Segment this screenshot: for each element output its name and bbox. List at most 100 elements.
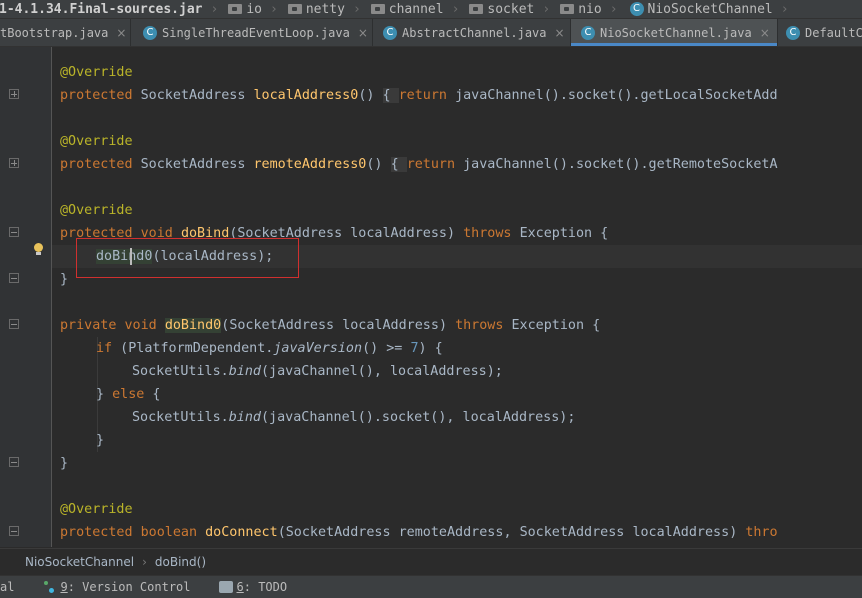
editor-breadcrumb: NioSocketChannel › doBind() bbox=[0, 548, 862, 574]
keyword: private bbox=[60, 318, 117, 333]
param: localAddress bbox=[350, 226, 447, 241]
method-name: localAddress0 bbox=[253, 88, 359, 103]
breadcrumb-package-netty[interactable]: netty bbox=[284, 2, 349, 17]
keyword: return bbox=[398, 88, 447, 103]
chevron-right-icon: › bbox=[780, 1, 789, 17]
code-text: PlatformDependent. bbox=[128, 341, 274, 356]
type: SocketAddress bbox=[140, 157, 246, 172]
breadcrumb-label: socket bbox=[487, 1, 535, 17]
code-line: } bbox=[96, 433, 105, 448]
keyword: protected bbox=[60, 525, 133, 540]
keyword: boolean bbox=[140, 525, 198, 540]
collapse-fold-icon[interactable] bbox=[9, 227, 19, 237]
breadcrumb-class[interactable]: NioSocketChannel bbox=[25, 555, 134, 569]
todo-tool-button[interactable]: 6: TODO bbox=[218, 580, 288, 594]
type: Exception bbox=[511, 318, 585, 333]
tab-default-channel[interactable]: C DefaultCh bbox=[778, 19, 862, 46]
breadcrumb-package-socket[interactable]: socket bbox=[465, 2, 538, 17]
breadcrumb-package-io[interactable]: io bbox=[224, 2, 266, 17]
tab-bootstrap[interactable]: tBootstrap.java × bbox=[0, 19, 131, 46]
tool-shortcut: 6 bbox=[236, 580, 244, 594]
class-icon: C bbox=[581, 25, 595, 40]
collapse-fold-icon[interactable] bbox=[9, 457, 19, 467]
chevron-right-icon: › bbox=[142, 554, 147, 569]
close-icon[interactable]: × bbox=[555, 26, 565, 40]
code-text: javaChannel().socket().getLocalSocketAdd bbox=[455, 88, 778, 103]
lightbulb-icon[interactable] bbox=[33, 243, 43, 255]
chevron-right-icon: › bbox=[352, 1, 361, 17]
method-name: doBind0 bbox=[164, 318, 222, 333]
keyword: thro bbox=[745, 525, 778, 540]
package-icon bbox=[287, 4, 302, 14]
code-text: javaChannel().socket().getRemoteSocketA bbox=[463, 157, 778, 172]
breadcrumb-jar[interactable]: 1-4.1.34.Final-sources.jar bbox=[0, 2, 207, 17]
code-line: SocketUtils.bind(javaChannel().socket(),… bbox=[132, 406, 575, 429]
code-text: SocketUtils. bbox=[132, 410, 229, 425]
breadcrumb-label: NioSocketChannel bbox=[647, 1, 773, 17]
code-line: } else { bbox=[96, 387, 161, 402]
code-line: } bbox=[60, 272, 69, 287]
collapse-fold-icon[interactable] bbox=[9, 526, 19, 536]
number: 7 bbox=[410, 341, 419, 356]
editor-gutter bbox=[0, 47, 52, 547]
code-editor[interactable]: @Override protected SocketAddress localA… bbox=[0, 47, 862, 547]
todo-icon bbox=[218, 581, 233, 593]
collapse-fold-icon[interactable] bbox=[9, 273, 19, 283]
editor-tabs: tBootstrap.java × C SingleThreadEventLoo… bbox=[0, 19, 862, 47]
terminal-tool-button[interactable]: al bbox=[0, 580, 14, 594]
method-call: javaVersion bbox=[273, 341, 363, 356]
version-control-icon bbox=[42, 580, 56, 594]
tab-label: NioSocketChannel.java bbox=[600, 25, 752, 40]
package-icon bbox=[469, 4, 484, 14]
code-line: protected SocketAddress localAddress0() … bbox=[60, 88, 778, 103]
code-line: private void doBind0(SocketAddress local… bbox=[60, 318, 601, 333]
method-call: bind bbox=[228, 410, 261, 425]
close-icon[interactable]: × bbox=[760, 26, 770, 40]
folded-region[interactable]: { bbox=[382, 88, 399, 103]
breadcrumb-package-channel[interactable]: channel bbox=[367, 2, 448, 17]
tool-label: al bbox=[0, 580, 15, 594]
tab-label: DefaultCh bbox=[805, 25, 862, 40]
keyword: else bbox=[112, 387, 145, 402]
code-line: @Override bbox=[60, 498, 133, 521]
keyword: return bbox=[406, 157, 456, 172]
expand-fold-icon[interactable] bbox=[9, 89, 19, 99]
tab-label: tBootstrap.java bbox=[0, 25, 109, 40]
breadcrumb-jar-label: 1-4.1.34.Final-sources.jar bbox=[0, 1, 203, 17]
code-line: @Override bbox=[60, 199, 133, 222]
class-icon: C bbox=[629, 2, 644, 16]
tool-window-bar: al 9: Version Control 6: TODO bbox=[0, 575, 862, 598]
tool-label: : Version Control bbox=[67, 580, 191, 594]
breadcrumb-label: nio bbox=[578, 1, 602, 17]
chevron-right-icon: › bbox=[210, 1, 219, 17]
close-icon[interactable]: × bbox=[116, 26, 126, 40]
folded-region[interactable]: { bbox=[390, 157, 407, 172]
collapse-fold-icon[interactable] bbox=[9, 319, 19, 329]
package-icon bbox=[560, 4, 575, 14]
code-line: @Override bbox=[60, 61, 133, 84]
code-line: @Override bbox=[60, 130, 133, 153]
class-icon: C bbox=[383, 25, 397, 40]
type: Exception bbox=[519, 226, 593, 241]
expand-fold-icon[interactable] bbox=[9, 158, 19, 168]
close-icon[interactable]: × bbox=[358, 26, 368, 40]
version-control-tool-button[interactable]: 9: Version Control bbox=[42, 580, 191, 594]
package-icon bbox=[228, 4, 243, 14]
breadcrumb-label: channel bbox=[388, 1, 444, 17]
tab-abstract-channel[interactable]: C AbstractChannel.java × bbox=[373, 19, 571, 46]
param: localAddress bbox=[342, 318, 439, 333]
breadcrumb-package-nio[interactable]: nio bbox=[556, 2, 605, 17]
tab-label: AbstractChannel.java bbox=[402, 25, 547, 40]
code-line: SocketUtils.bind(javaChannel(), localAdd… bbox=[132, 360, 503, 383]
tab-nio-socket-channel[interactable]: C NioSocketChannel.java × bbox=[571, 19, 778, 46]
type: SocketAddress bbox=[229, 318, 335, 333]
keyword: protected bbox=[60, 88, 133, 103]
breadcrumb-class[interactable]: C NioSocketChannel bbox=[624, 2, 777, 17]
code-line: } bbox=[60, 456, 69, 471]
chevron-right-icon: › bbox=[269, 1, 278, 17]
tab-single-thread-event-loop[interactable]: C SingleThreadEventLoop.java × bbox=[131, 19, 373, 46]
annotation: @Override bbox=[60, 65, 133, 80]
keyword: throws bbox=[463, 226, 512, 241]
tool-label: : TODO bbox=[243, 580, 288, 594]
breadcrumb-method[interactable]: doBind() bbox=[155, 555, 206, 569]
